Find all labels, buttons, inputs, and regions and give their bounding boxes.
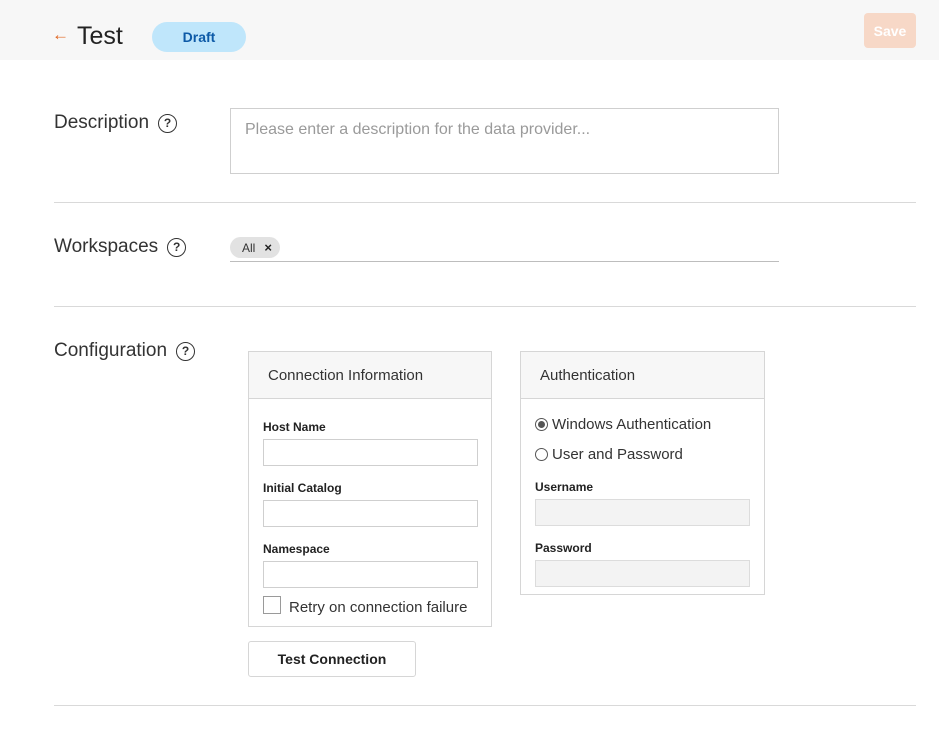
test-connection-button[interactable]: Test Connection	[248, 641, 416, 677]
description-input[interactable]	[230, 108, 779, 174]
initial-catalog-label: Initial Catalog	[263, 481, 342, 495]
namespace-label: Namespace	[263, 542, 330, 556]
workspace-chip-label: All	[242, 240, 256, 255]
host-name-input[interactable]	[263, 439, 478, 466]
initial-catalog-input[interactable]	[263, 500, 478, 527]
username-input[interactable]	[535, 499, 750, 526]
namespace-input[interactable]	[263, 561, 478, 588]
user-password-radio[interactable]	[535, 448, 548, 461]
windows-auth-radio[interactable]	[535, 418, 548, 431]
description-label: Description	[54, 112, 150, 133]
question-circle-icon[interactable]: ?	[167, 237, 187, 257]
configuration-row-label: Configuration ?	[54, 340, 196, 362]
configuration-label: Configuration	[54, 340, 168, 361]
workspaces-label: Workspaces	[54, 236, 159, 257]
password-label: Password	[535, 541, 592, 555]
windows-auth-label: Windows Authentication	[552, 416, 712, 433]
user-password-label: User and Password	[552, 446, 683, 463]
retry-label: Retry on connection failure	[289, 599, 468, 616]
connection-panel-title: Connection Information	[249, 352, 491, 399]
save-button[interactable]: Save	[864, 13, 916, 48]
authentication-panel: Authentication Windows Authentication Us…	[520, 351, 765, 595]
arrow-left-icon[interactable]: ←	[52, 26, 69, 43]
divider	[54, 306, 916, 307]
close-icon[interactable]: ×	[264, 240, 272, 255]
retry-checkbox[interactable]	[263, 596, 281, 614]
workspace-chip: All ×	[230, 237, 280, 258]
connection-information-panel: Connection Information Host Name Initial…	[248, 351, 492, 627]
username-label: Username	[535, 480, 594, 494]
password-input[interactable]	[535, 560, 750, 587]
status-badge: Draft	[152, 22, 246, 52]
page-header: ← Test Draft Save	[0, 0, 939, 60]
page-title: Test	[77, 22, 123, 50]
divider	[54, 202, 916, 203]
description-row-label: Description ?	[54, 112, 178, 134]
question-circle-icon[interactable]: ?	[176, 341, 196, 361]
host-name-label: Host Name	[263, 420, 326, 434]
workspaces-select[interactable]: All ×	[230, 236, 779, 262]
authentication-panel-title: Authentication	[521, 352, 764, 399]
question-circle-icon[interactable]: ?	[158, 113, 178, 133]
workspaces-row-label: Workspaces ?	[54, 236, 187, 258]
divider	[54, 705, 916, 706]
